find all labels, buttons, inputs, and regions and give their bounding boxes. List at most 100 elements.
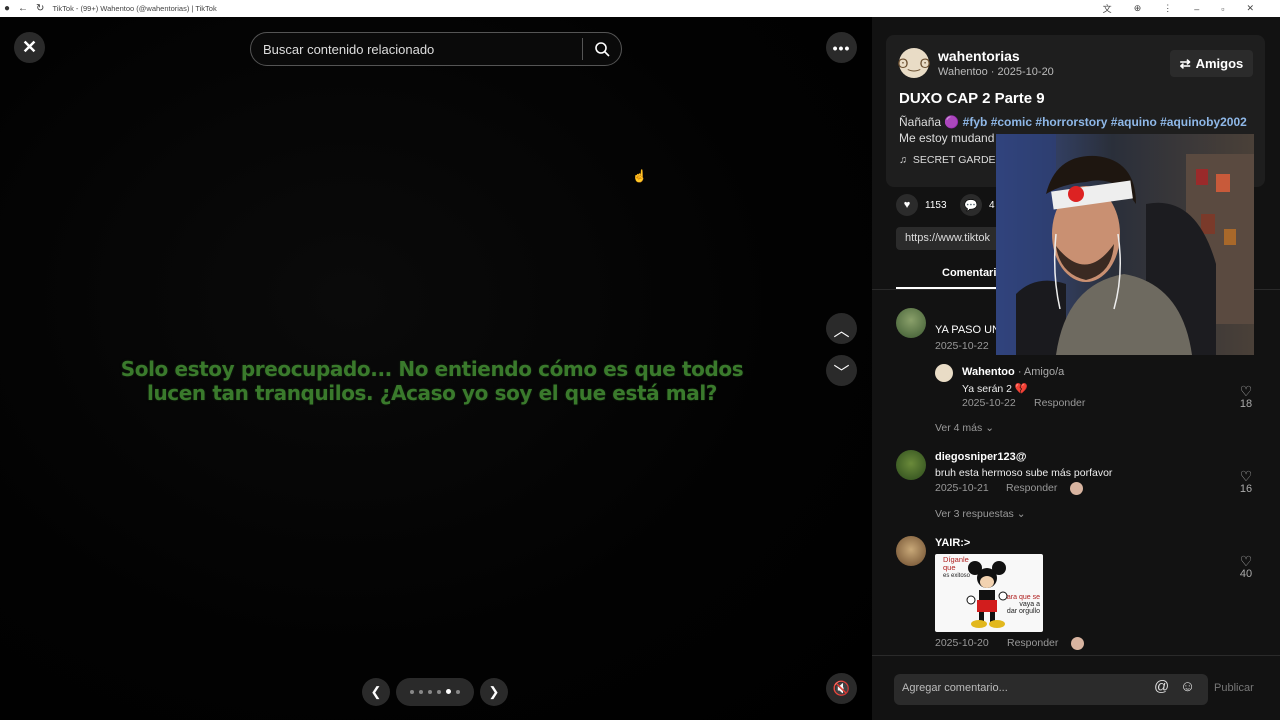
commenter-name[interactable]: YA PASO UN — [935, 324, 1000, 336]
view-more-label: Ver 4 más — [935, 422, 983, 434]
ellipsis-icon: ••• — [832, 39, 851, 56]
streamer-webcam-overlay — [996, 134, 1254, 355]
photo-pager: ❮ ❯ — [362, 677, 508, 706]
commenter-avatar[interactable] — [896, 536, 926, 566]
comment-date: 2025-10-22 — [935, 340, 989, 352]
search-bar[interactable]: Buscar contenido relacionado — [250, 32, 622, 66]
commenter-name[interactable]: YAIR:> — [935, 537, 970, 549]
creator-liked-icon — [1070, 482, 1083, 495]
reply-like-button[interactable]: ♡ 18 — [1234, 384, 1258, 410]
view-more-replies[interactable]: Ver 4 más ⌄ — [935, 422, 994, 434]
pager-next-button[interactable]: ❯ — [480, 677, 508, 706]
pager-prev-button[interactable]: ❮ — [362, 677, 390, 706]
commenter-name[interactable]: diegosniper123@ — [935, 451, 1026, 463]
post-date: 2025-10-20 — [997, 66, 1054, 78]
friend-badge: · Amigo/a — [1017, 366, 1065, 378]
chevron-down-icon: ⌄ — [985, 422, 995, 434]
heart-icon: ♥ — [896, 194, 918, 216]
music-link[interactable]: ♫ SECRET GARDEN — [899, 154, 1003, 166]
commenter-avatar[interactable] — [896, 308, 926, 338]
creator-liked-icon — [1071, 637, 1084, 650]
emoji-icon[interactable]: ☺ — [1180, 678, 1195, 695]
pager-dot[interactable] — [456, 689, 460, 694]
comment-like-button[interactable]: ♡ 40 — [1234, 554, 1258, 580]
pager-dot[interactable] — [419, 689, 423, 694]
comment-like-count: 16 — [1239, 483, 1253, 495]
menu-icon[interactable]: ⋮ — [1163, 3, 1172, 14]
back-icon[interactable]: ← — [18, 3, 28, 14]
streamer-webcam-image — [996, 134, 1254, 355]
hashtag-comic[interactable]: #comic — [991, 115, 1032, 129]
comment-button[interactable]: 💬 4 — [960, 194, 995, 216]
author-handle[interactable]: wahentorias — [938, 48, 1020, 64]
hand-cursor-icon: ☝ — [632, 169, 647, 183]
hashtag-fyb[interactable]: #fyb — [963, 115, 988, 129]
video-title: DUXO CAP 2 Parte 9 — [899, 90, 1045, 107]
reply-date: 2025-10-22 — [962, 397, 1016, 409]
heart-outline-icon: ♡ — [1239, 468, 1253, 484]
comment-image[interactable]: Díganle que es exitoso Para que se vaya … — [935, 554, 1043, 632]
like-button[interactable]: ♥ 1153 — [896, 194, 947, 216]
pager-dot[interactable] — [437, 689, 441, 694]
pager-dot-active[interactable] — [446, 689, 451, 694]
tab-comments[interactable]: Comentari — [942, 267, 996, 279]
reply-author[interactable]: Wahentoo · Amigo/a — [962, 366, 1064, 378]
heart-outline-icon: ♡ — [1239, 553, 1253, 569]
translate-icon[interactable]: 文 — [1103, 2, 1112, 15]
chevron-down-icon: ﹀ — [833, 364, 850, 382]
pager-dot[interactable] — [428, 689, 432, 694]
author-meta: Wahentoo · 2025-10-20 — [938, 66, 1054, 78]
reply-button[interactable]: Responder — [1007, 637, 1058, 649]
previous-video-button[interactable]: ︿ — [826, 313, 857, 344]
browser-nav: ● ← ↻ — [4, 3, 44, 14]
reply-button[interactable]: Responder — [1034, 397, 1085, 409]
reply-author-name: Wahentoo — [962, 366, 1015, 378]
comment-count: 4 — [989, 199, 995, 211]
close-icon: ✕ — [21, 37, 38, 57]
post-description-line2: Me estoy mudand — [899, 131, 995, 145]
author-name: Wahentoo — [938, 66, 988, 78]
window-controls: 文 ⊕ ⋮ – ▫ ✕ — [1103, 0, 1280, 17]
side-panel: ʘ‿ʘ wahentorias Wahentoo · 2025-10-20 ⇄ … — [872, 17, 1280, 720]
video-player[interactable]: ✕ Buscar contenido relacionado ••• ☝ Sol… — [0, 17, 872, 720]
speaker-muted-icon: 🔇 — [832, 680, 851, 696]
video-subtitle: Solo estoy preocupado... No entiendo cóm… — [120, 357, 744, 405]
chevron-left-icon: ❮ — [370, 683, 382, 699]
author-avatar[interactable]: ʘ‿ʘ — [897, 48, 931, 78]
mute-button[interactable]: 🔇 — [826, 673, 857, 704]
minimize-button[interactable]: – — [1194, 4, 1199, 14]
close-window-button[interactable]: ✕ — [1246, 3, 1254, 14]
hashtag-aquinoby2002[interactable]: #aquinoby2002 — [1160, 115, 1247, 129]
comment-like-button[interactable]: ♡ 16 — [1234, 469, 1258, 495]
reply-avatar[interactable] — [935, 364, 953, 382]
music-title: SECRET GARDEN — [912, 154, 1004, 166]
view-more-replies[interactable]: Ver 3 respuestas ⌄ — [935, 508, 1026, 520]
close-video-button[interactable]: ✕ — [14, 32, 45, 63]
pager-dot[interactable] — [410, 689, 414, 694]
more-options-button[interactable]: ••• — [826, 32, 857, 63]
reply-button[interactable]: Responder — [1006, 482, 1057, 494]
search-input[interactable]: Buscar contenido relacionado — [251, 42, 582, 57]
search-icon[interactable] — [583, 41, 621, 57]
next-video-button[interactable]: ﹀ — [826, 355, 857, 386]
maximize-button[interactable]: ▫ — [1221, 4, 1224, 14]
refresh-icon[interactable]: ↻ — [36, 3, 44, 14]
browser-titlebar: ● ← ↻ TikTok - (99+) Wahentoo (@wahentor… — [0, 0, 1280, 17]
zoom-icon[interactable]: ⊕ — [1134, 3, 1142, 14]
friends-label: Amigos — [1195, 56, 1244, 71]
heart-outline-icon: ♡ — [1239, 383, 1253, 399]
chevron-down-icon: ⌄ — [1016, 508, 1026, 520]
commenter-avatar[interactable] — [896, 450, 926, 480]
reply-text: Ya serán 2 💔 — [962, 383, 1028, 395]
comment-composer: Agregar comentario... @ ☺ Publicar — [872, 655, 1280, 720]
comment-bubble-icon: 💬 — [960, 194, 982, 216]
publish-button[interactable]: Publicar — [1214, 682, 1254, 694]
mention-icon[interactable]: @ — [1154, 678, 1169, 695]
pager-dots — [396, 677, 474, 706]
hashtag-horrorstory[interactable]: #horrorstory — [1035, 115, 1107, 129]
comment-date: 2025-10-20 — [935, 637, 989, 649]
mickey-illustration — [966, 561, 1008, 628]
post-description: Ñañaña 🟣 #fyb #comic #horrorstory #aquin… — [899, 115, 1247, 129]
hashtag-aquino[interactable]: #aquino — [1111, 115, 1157, 129]
friends-button[interactable]: ⇄ Amigos — [1170, 50, 1253, 77]
